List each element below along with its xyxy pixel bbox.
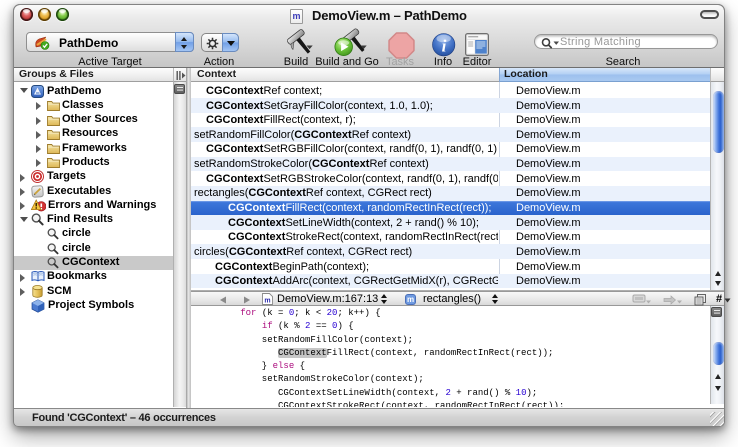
svg-text:i: i <box>442 37 447 56</box>
svg-text:m: m <box>264 298 270 305</box>
svg-text:m: m <box>407 295 414 304</box>
